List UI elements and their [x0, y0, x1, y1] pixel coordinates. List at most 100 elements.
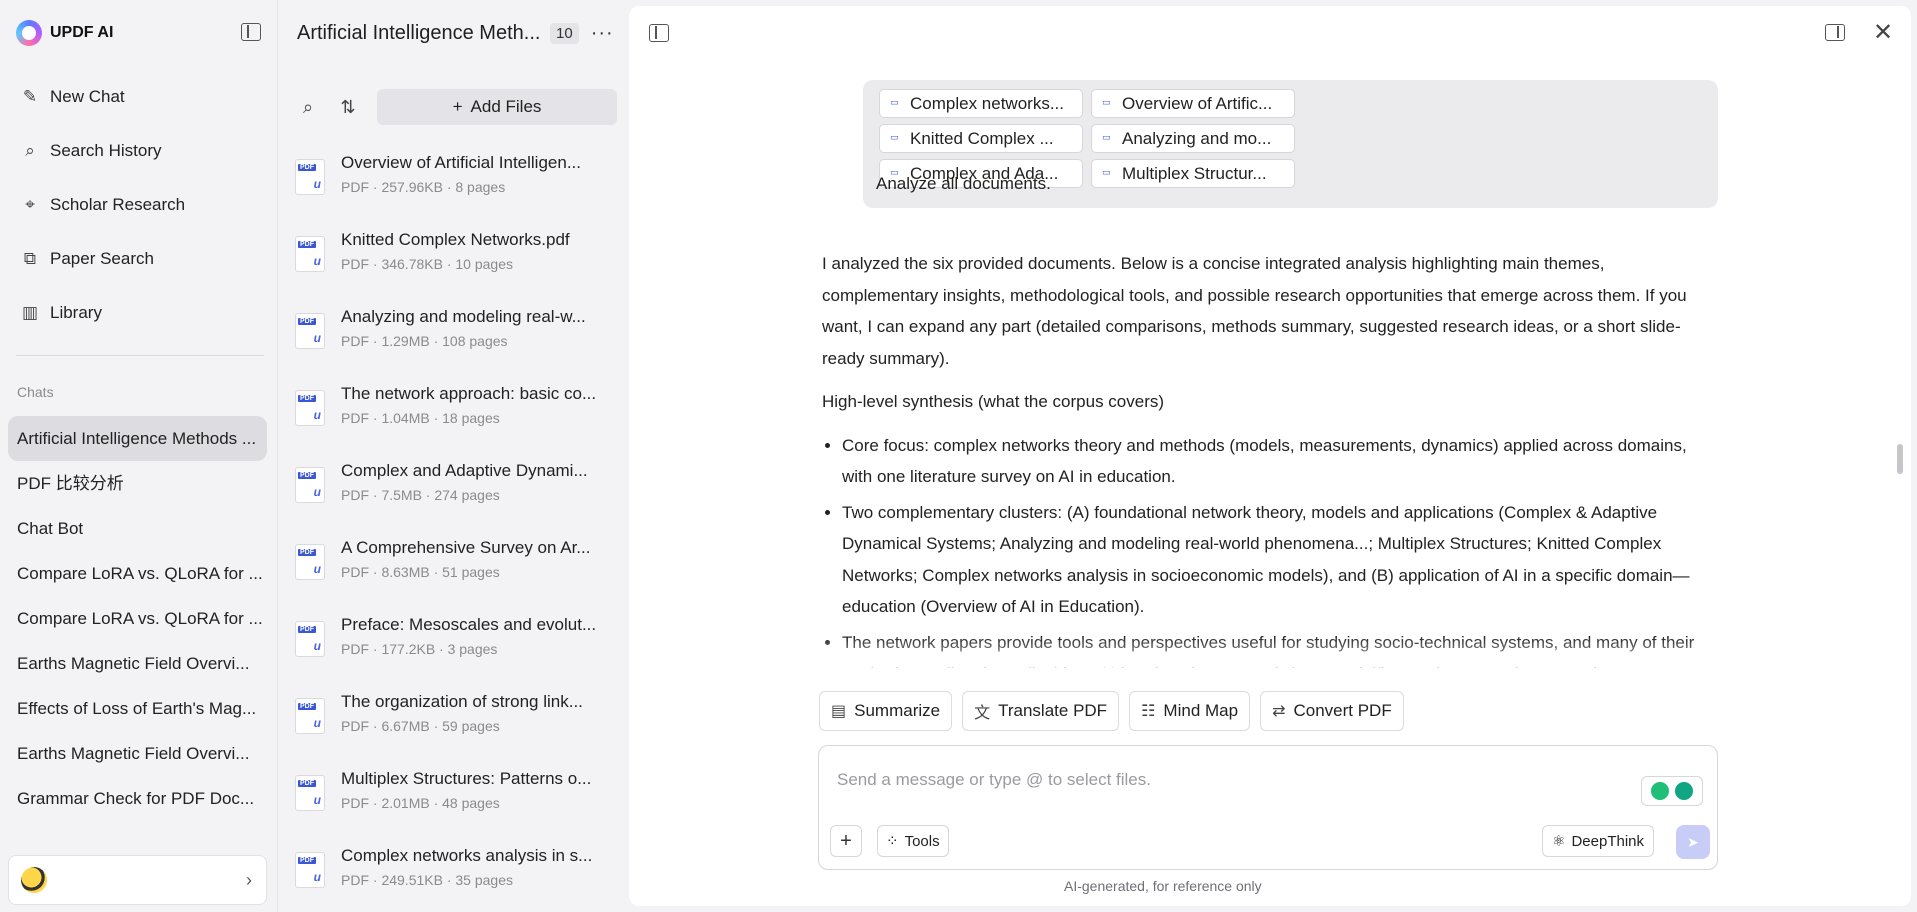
file-item[interactable]: PDF u Overview of Artificial Intelligen..… — [295, 144, 625, 221]
atom-icon: ⚛ — [1552, 833, 1566, 850]
file-name: Knitted Complex Networks.pdf — [341, 230, 570, 249]
pdf-file-icon: ▭ — [1102, 96, 1111, 107]
nav-label: Library — [50, 303, 102, 322]
message-composer: + ⁘ Tools ⚛ DeepThink ➤ — [818, 745, 1718, 870]
nav-label: Paper Search — [50, 249, 154, 268]
nav-paper-search[interactable]: ⧉ Paper Search — [8, 232, 270, 286]
pdf-file-icon: PDF u — [295, 390, 325, 426]
writing-assistant-icons[interactable] — [1641, 776, 1703, 806]
add-files-button[interactable]: + Add Files — [377, 89, 617, 125]
quick-actions: ▤ Summarize 文 Translate PDF ☷ Mind Map ⇄ Con… — [819, 691, 1404, 731]
translate-icon: 文 — [974, 705, 991, 722]
translate-pdf-button[interactable]: 文 Translate PDF — [962, 691, 1120, 731]
plus-icon: + — [452, 97, 463, 116]
files-panel-title: Artificial Intelligence Meth... — [297, 21, 541, 44]
chevron-right-icon: › — [246, 869, 252, 890]
tools-button[interactable]: ⁘ Tools — [877, 825, 949, 857]
pdf-file-icon: ▭ — [1102, 131, 1111, 142]
file-item[interactable]: PDF u A Comprehensive Survey on Ar... PDF … — [295, 529, 625, 606]
file-chip[interactable]: ▭ Complex networks... — [879, 89, 1083, 118]
close-icon[interactable]: ✕ — [1873, 18, 1893, 47]
nav-search-history[interactable]: ⌕ Search History — [8, 124, 270, 178]
file-chip[interactable]: ▭ Analyzing and mo... — [1091, 124, 1295, 153]
file-meta: PDF · 249.51KB · 35 pages — [341, 872, 513, 888]
file-name: Complex and Adaptive Dynami... — [341, 461, 588, 480]
chat-item[interactable]: Earths Magnetic Field Overvi... — [8, 641, 267, 686]
telescope-icon: ⌖ — [25, 195, 35, 214]
toggle-files-panel-icon[interactable] — [649, 24, 669, 42]
main-nav: ✎ New Chat ⌕ Search History ⌖ Scholar Re… — [8, 70, 270, 340]
pdf-file-icon: PDF u — [295, 698, 325, 734]
pdf-file-icon: PDF u — [295, 775, 325, 811]
chat-item[interactable]: Earths Magnetic Field Overvi... — [8, 731, 267, 776]
file-name: The network approach: basic co... — [341, 384, 597, 403]
convert-pdf-button[interactable]: ⇄ Convert PDF — [1260, 691, 1404, 731]
account-bar[interactable]: › — [8, 855, 267, 905]
more-options-icon[interactable]: ··· — [591, 22, 614, 45]
file-chip[interactable]: ▭ Multiplex Structur... — [1091, 159, 1295, 188]
pdf-file-icon: PDF u — [295, 467, 325, 503]
edit-icon: ✎ — [22, 87, 38, 106]
split-view-icon[interactable] — [1825, 24, 1845, 41]
nav-new-chat[interactable]: ✎ New Chat — [8, 70, 270, 124]
pdf-file-icon: PDF u — [295, 236, 325, 272]
pdf-file-icon: PDF u — [295, 544, 325, 580]
chat-item[interactable]: Compare LoRA vs. QLoRA for ... — [8, 596, 267, 641]
file-name: Complex networks analysis in s... — [341, 846, 593, 865]
quick-action-label: Translate PDF — [998, 701, 1108, 720]
chat-item[interactable]: Effects of Loss of Earth's Mag... — [8, 686, 267, 731]
file-name: The organization of strong link... — [341, 692, 583, 711]
summarize-button[interactable]: ▤ Summarize — [819, 691, 953, 731]
attach-button[interactable]: + — [830, 825, 862, 857]
pdf-file-icon: PDF u — [295, 313, 325, 349]
scrollbar[interactable] — [1897, 444, 1903, 474]
pdf-file-icon: PDF u — [295, 159, 325, 195]
pdf-file-icon: ▭ — [890, 131, 899, 142]
chat-item[interactable]: Chat Bot — [8, 506, 267, 551]
file-meta: PDF · 7.5MB · 274 pages — [341, 487, 500, 503]
file-meta: PDF · 8.63MB · 51 pages — [341, 564, 500, 580]
brand: UPDF AI — [16, 20, 113, 46]
file-item[interactable]: PDF u The network approach: basic co... PD… — [295, 375, 625, 452]
nav-scholar-research[interactable]: ⌖ Scholar Research — [8, 178, 270, 232]
send-button[interactable]: ➤ — [1676, 825, 1710, 859]
nav-label: Scholar Research — [50, 195, 186, 214]
file-item[interactable]: PDF u Complex and Adaptive Dynami... PDF ·… — [295, 452, 625, 529]
sort-icon[interactable]: ⇅ — [337, 96, 359, 118]
file-item[interactable]: PDF u Knitted Complex Networks.pdf PDF · 3… — [295, 221, 625, 298]
mind-map-button[interactable]: ☷ Mind Map — [1129, 691, 1251, 731]
chat-item[interactable]: Artificial Intelligence Methods ... — [8, 416, 267, 461]
file-item[interactable]: PDF u Multiplex Structures: Patterns o...… — [295, 760, 625, 837]
mind-map-icon: ☷ — [1141, 703, 1156, 720]
file-item[interactable]: PDF u Preface: Mesoscales and evolut... PD… — [295, 606, 625, 683]
pdf-file-icon: ▭ — [1102, 166, 1111, 177]
file-meta: PDF · 1.29MB · 108 pages — [341, 333, 508, 349]
file-meta: PDF · 6.67MB · 59 pages — [341, 718, 500, 734]
file-chip[interactable]: ▭ Knitted Complex ... — [879, 124, 1083, 153]
deepthink-button[interactable]: ⚛ DeepThink — [1542, 825, 1654, 857]
avatar — [21, 867, 47, 893]
chat-item[interactable]: PDF 比较分析 — [8, 461, 267, 506]
response-bullet: Core focus: complex networks theory and … — [842, 430, 1702, 493]
file-item[interactable]: PDF u Analyzing and modeling real-w... PDF… — [295, 298, 625, 375]
file-chip-label: Knitted Complex ... — [910, 128, 1054, 148]
chat-list: Artificial Intelligence Methods ... PDF … — [8, 416, 267, 836]
bulb-icon — [1651, 782, 1669, 800]
chat-item[interactable]: Compare LoRA vs. QLoRA for ... — [8, 551, 267, 596]
file-item[interactable]: PDF u Complex networks analysis in s... PD… — [295, 837, 625, 912]
chat-item[interactable]: Resume Review and Feedback — [8, 821, 267, 836]
nav-library[interactable]: ▥ Library — [8, 286, 270, 340]
files-header: Artificial Intelligence Meth... 10 ··· — [297, 18, 617, 48]
collapse-sidebar-icon[interactable] — [241, 23, 261, 41]
file-item[interactable]: PDF u The organization of strong link... P… — [295, 683, 625, 760]
file-list: PDF u Overview of Artificial Intelligen..… — [295, 144, 625, 912]
file-name: Preface: Mesoscales and evolut... — [341, 615, 597, 634]
search-icon[interactable]: ⌕ — [297, 96, 319, 118]
file-chip-label: Complex networks... — [910, 93, 1064, 113]
tools-icon: ⁘ — [886, 833, 899, 850]
chat-item[interactable]: Grammar Check for PDF Doc... — [8, 776, 267, 821]
file-chip[interactable]: ▭ Overview of Artific... — [1091, 89, 1295, 118]
file-name: A Comprehensive Survey on Ar... — [341, 538, 591, 557]
message-input[interactable] — [837, 770, 1617, 790]
response-bullet: Two complementary clusters: (A) foundati… — [842, 497, 1702, 623]
